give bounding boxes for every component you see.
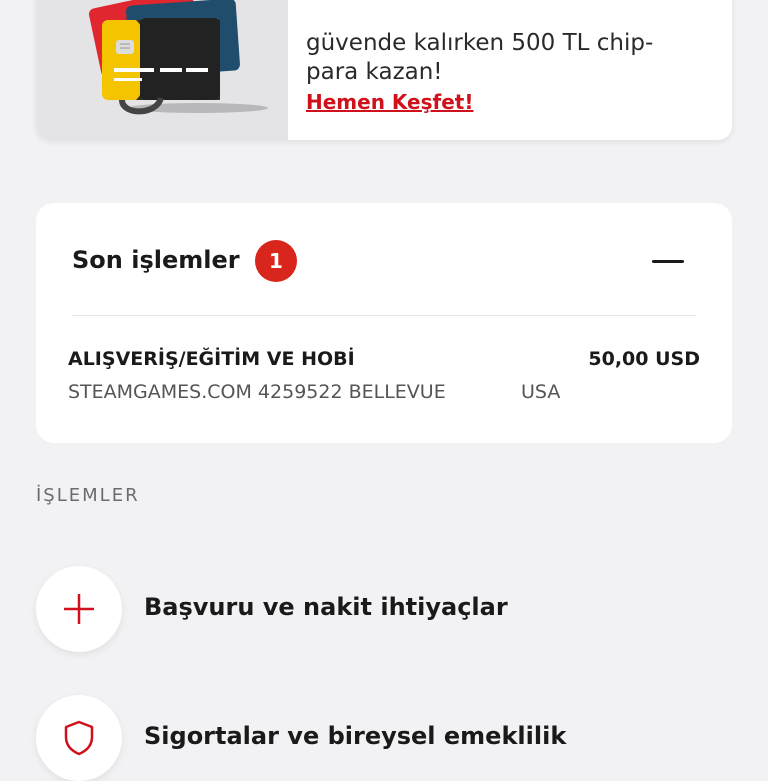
credit-cards-icon bbox=[88, 0, 268, 115]
menu-icon-circle bbox=[36, 695, 122, 781]
promo-text-line-1: güvende kalırken 500 TL chip- bbox=[306, 30, 654, 56]
minus-icon bbox=[652, 260, 684, 263]
menu-icon-circle bbox=[36, 566, 122, 652]
explore-now-link[interactable]: Hemen Keşfet! bbox=[306, 90, 473, 114]
promo-text-line-2: para kazan! bbox=[306, 59, 443, 85]
divider bbox=[72, 315, 696, 316]
menu-item-applications[interactable]: Başvuru ve nakit ihtiyaçlar bbox=[36, 566, 732, 652]
recent-transactions-title: Son işlemler bbox=[72, 246, 240, 274]
menu-item-insurance[interactable]: Sigortalar ve bireysel emeklilik bbox=[36, 695, 732, 781]
shield-icon bbox=[64, 720, 94, 756]
transaction-amount: 50,00 USD bbox=[588, 348, 700, 370]
transaction-category[interactable]: ALIŞVERİŞ/EĞİTİM VE HOBİ bbox=[68, 348, 355, 370]
section-title: İŞLEMLER bbox=[36, 485, 140, 506]
recent-transactions-card: Son işlemler 1 ALIŞVERİŞ/EĞİTİM VE HOBİ … bbox=[36, 203, 732, 443]
promo-illustration bbox=[36, 0, 288, 140]
transaction-country: USA bbox=[521, 381, 561, 403]
promo-card[interactable]: güvende kalırken 500 TL chip- para kazan… bbox=[36, 0, 732, 140]
collapse-button[interactable] bbox=[648, 243, 688, 279]
plus-icon bbox=[64, 594, 94, 624]
transaction-merchant: STEAMGAMES.COM 4259522 BELLEVUE bbox=[68, 381, 446, 403]
promo-description: güvende kalırken 500 TL chip- para kazan… bbox=[306, 0, 716, 87]
menu-item-label: Başvuru ve nakit ihtiyaçlar bbox=[144, 593, 508, 621]
transaction-count-badge: 1 bbox=[255, 240, 297, 282]
menu-item-label: Sigortalar ve bireysel emeklilik bbox=[144, 722, 567, 750]
